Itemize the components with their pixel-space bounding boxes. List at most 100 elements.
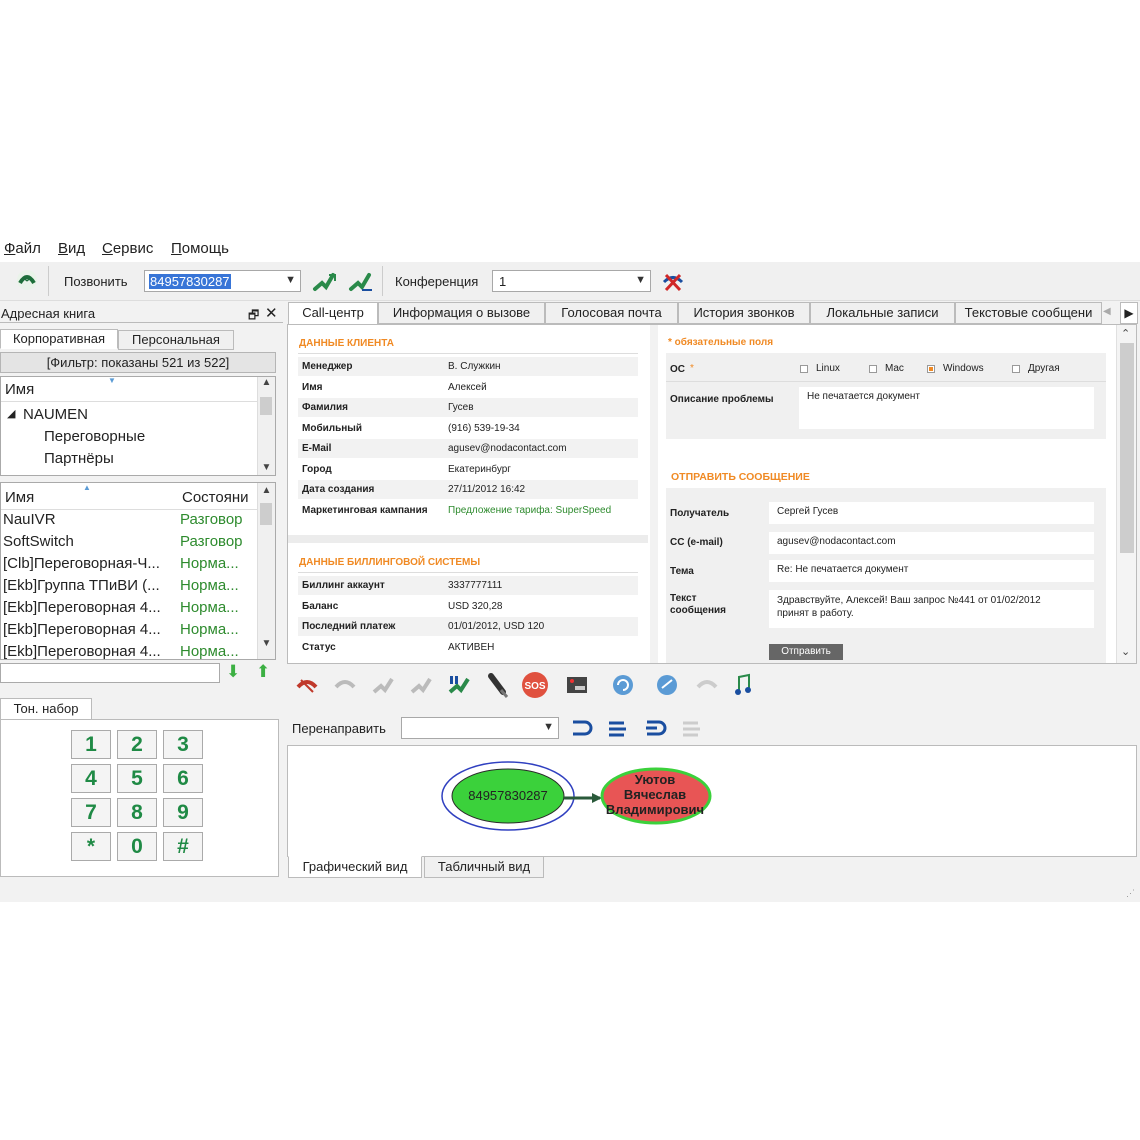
- dial-key[interactable]: 3: [163, 730, 203, 759]
- tree-item-naumen[interactable]: NAUMEN: [23, 406, 88, 423]
- resize-grip-icon[interactable]: ⋰: [1126, 888, 1135, 899]
- os-checkbox[interactable]: [800, 365, 808, 373]
- table-row: Дата создания 27/11/2012 16:42: [298, 480, 638, 499]
- music-icon[interactable]: [733, 673, 753, 697]
- dial-key[interactable]: *: [71, 832, 111, 861]
- main-tab[interactable]: Текстовые сообщени: [955, 302, 1102, 324]
- contact-name[interactable]: [Ekb]Переговорная 4...: [3, 599, 161, 616]
- scroll-thumb[interactable]: [1120, 343, 1134, 553]
- contact-name[interactable]: [Clb]Переговорная-Ч...: [3, 555, 160, 572]
- main-tab[interactable]: Голосовая почта: [545, 302, 678, 324]
- redirect-icon[interactable]: [569, 718, 593, 740]
- tab-table-view[interactable]: Табличный вид: [424, 856, 544, 878]
- contacts-list[interactable]: Имя ▲ Состояни NauIVR Разговор SoftSwitch Р…: [0, 482, 276, 660]
- scroll-down-icon[interactable]: ⌄: [1121, 645, 1130, 658]
- dial-key[interactable]: #: [163, 832, 203, 861]
- main-tab[interactable]: Информация о вызове: [378, 302, 545, 324]
- phone-status-icon[interactable]: [14, 268, 40, 292]
- pickup-icon[interactable]: [695, 674, 719, 696]
- tab-corporate[interactable]: Корпоративная: [0, 329, 118, 349]
- sos-icon[interactable]: SOS: [521, 671, 549, 699]
- scroll-up-icon[interactable]: ▲: [258, 485, 275, 496]
- scroll-thumb[interactable]: [260, 397, 272, 415]
- contact-name[interactable]: [Ekb]Группа ТПиВИ (...: [3, 577, 160, 594]
- expand-icon[interactable]: ◢: [7, 407, 15, 420]
- tab-tone-dial[interactable]: Тон. набор: [0, 698, 92, 720]
- consult-icon[interactable]: [409, 674, 433, 696]
- main-tab[interactable]: Локальные записи: [810, 302, 955, 324]
- scroll-up-icon[interactable]: ▲: [258, 377, 275, 388]
- move-up-icon[interactable]: ⬆: [256, 662, 270, 682]
- contact-name[interactable]: NauIVR: [3, 511, 56, 528]
- tab-personal[interactable]: Персональная: [118, 330, 234, 350]
- record-icon[interactable]: [565, 674, 589, 696]
- dial-icon[interactable]: [312, 270, 338, 294]
- scroll-down-icon[interactable]: ▼: [258, 638, 275, 649]
- scroll-up-icon[interactable]: ⌃: [1121, 327, 1130, 340]
- list-header-state[interactable]: Состояни: [182, 489, 249, 506]
- dial-key[interactable]: 5: [117, 764, 157, 793]
- contact-name[interactable]: [Ekb]Переговорная 4...: [3, 621, 161, 638]
- scroll-thumb[interactable]: [260, 503, 272, 525]
- call-number-combo[interactable]: 84957830287 ▼: [144, 270, 301, 292]
- os-checkbox[interactable]: [1012, 365, 1020, 373]
- close-icon[interactable]: ✕: [265, 304, 278, 322]
- hangup-icon[interactable]: [295, 674, 319, 696]
- scroll-down-icon[interactable]: ▼: [258, 462, 275, 473]
- subject-input[interactable]: Re: Не печатается документ: [769, 560, 1094, 582]
- os-checkbox[interactable]: [869, 365, 877, 373]
- problem-description-input[interactable]: Не печатается документ: [799, 387, 1094, 429]
- dial-key[interactable]: 6: [163, 764, 203, 793]
- callee-node[interactable]: Уютов Вячеслав Владимирович: [593, 772, 717, 817]
- list-scrollbar[interactable]: ▲ ▼: [257, 483, 275, 659]
- menu-view[interactable]: Вид: [58, 240, 85, 257]
- menu-file[interactable]: Файл: [4, 240, 41, 257]
- menu-help[interactable]: Помощь: [171, 240, 229, 257]
- tree-item-rooms[interactable]: Переговорные: [44, 428, 145, 445]
- dial-key[interactable]: 4: [71, 764, 111, 793]
- redirect-all-icon[interactable]: [606, 718, 630, 740]
- tab-graphic-view[interactable]: Графический вид: [288, 856, 422, 878]
- refresh-icon[interactable]: [611, 673, 635, 697]
- transfer-icon[interactable]: [371, 674, 395, 696]
- send-button[interactable]: Отправить: [769, 644, 843, 660]
- dial-key[interactable]: 0: [117, 832, 157, 861]
- menu-service[interactable]: Сервис: [102, 240, 153, 257]
- tree-scrollbar[interactable]: ▲ ▼: [257, 377, 275, 475]
- dial-key[interactable]: 9: [163, 798, 203, 827]
- tree-column-header[interactable]: Имя: [5, 381, 34, 398]
- redirect-disabled-icon[interactable]: [680, 718, 704, 740]
- main-tab[interactable]: Call-центр: [288, 302, 378, 326]
- sync-icon[interactable]: [655, 673, 679, 697]
- dial-key[interactable]: 7: [71, 798, 111, 827]
- dial-key[interactable]: 1: [71, 730, 111, 759]
- list-header-name[interactable]: Имя: [5, 489, 34, 506]
- message-text-input[interactable]: Здравствуйте, Алексей! Ваш запрос №441 о…: [769, 590, 1094, 628]
- tabs-scroll-left-icon[interactable]: ◀: [1103, 306, 1111, 317]
- undock-icon[interactable]: 🗗: [248, 306, 259, 327]
- conference-off-icon[interactable]: [661, 271, 685, 293]
- cc-email-input[interactable]: agusev@nodacontact.com: [769, 532, 1094, 554]
- redirect-combo[interactable]: ▼: [401, 717, 559, 739]
- dial-key[interactable]: 8: [117, 798, 157, 827]
- dial-key[interactable]: 2: [117, 730, 157, 759]
- contact-search-input[interactable]: [0, 663, 220, 683]
- contact-name[interactable]: [Ekb]Переговорная 4...: [3, 643, 161, 659]
- dial-multi-icon[interactable]: [348, 270, 374, 294]
- tabs-scroll-right-icon[interactable]: ▶: [1120, 302, 1138, 324]
- call-center-panel: ДАННЫЕ КЛИЕНТА Менеджер В. Служкин Имя Алек…: [287, 324, 1137, 664]
- address-tree[interactable]: Имя ▼ ◢ NAUMEN Переговорные Партнёры ▲ ▼: [0, 376, 276, 476]
- redirect-busy-icon[interactable]: [643, 718, 667, 740]
- microphone-icon[interactable]: [485, 672, 509, 698]
- conference-combo[interactable]: 1 ▼: [492, 270, 651, 292]
- recipient-input[interactable]: Сергей Гусев: [769, 502, 1094, 524]
- move-down-icon[interactable]: ⬇: [226, 662, 240, 682]
- main-tab[interactable]: История звонков: [678, 302, 810, 324]
- caller-node[interactable]: 84957830287: [452, 788, 564, 803]
- content-scrollbar[interactable]: ⌃ ⌄: [1116, 325, 1136, 663]
- os-checkbox[interactable]: [927, 365, 935, 373]
- hold-call-icon[interactable]: [447, 674, 471, 696]
- tree-item-partners[interactable]: Партнёры: [44, 450, 114, 467]
- hold-icon[interactable]: [333, 674, 357, 696]
- contact-name[interactable]: SoftSwitch: [3, 533, 74, 550]
